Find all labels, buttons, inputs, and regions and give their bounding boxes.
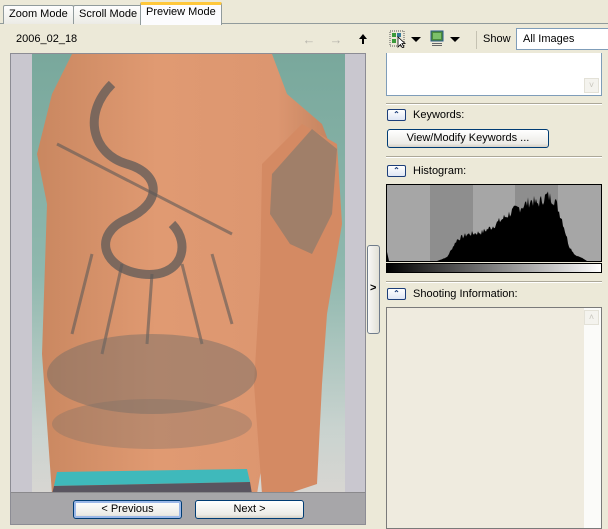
show-filter-select[interactable]: All Images — [516, 28, 608, 50]
histogram-band — [387, 185, 430, 261]
toolbar-separator — [476, 31, 477, 49]
arrow-up-folder-icon[interactable] — [354, 30, 372, 48]
tab-preview-mode[interactable]: Preview Mode — [140, 2, 222, 25]
collapse-panel-handle[interactable]: > — [367, 245, 380, 334]
show-label: Show — [483, 33, 511, 45]
chevron-right-icon: > — [370, 282, 377, 294]
comment-textbox[interactable]: ˅ — [386, 53, 602, 96]
keywords-label: Keywords: — [413, 109, 465, 121]
double-chevron-up-icon: ⌃ — [393, 166, 400, 175]
arrow-left-icon[interactable]: ← — [300, 30, 318, 48]
tab-zoom-mode[interactable]: Zoom Mode — [3, 5, 74, 24]
arrow-right-icon[interactable]: → — [327, 30, 345, 48]
histogram-gradient-bar — [386, 263, 602, 273]
collapse-histogram-button[interactable]: ⌃ — [387, 165, 406, 177]
mode-tabbar: Zoom Mode Scroll Mode Preview Mode — [0, 0, 608, 25]
info-panel: ˅ ⌃ Keywords: View/Modify Keywords ... ⌃… — [380, 53, 608, 529]
scroll-down-icon[interactable]: ˅ — [584, 78, 599, 93]
previous-button[interactable]: < Previous — [73, 500, 182, 519]
shooting-info-scrollbar[interactable]: ˄ — [584, 308, 601, 528]
collapse-shooting-info-button[interactable]: ⌃ — [387, 288, 406, 300]
view-modify-keywords-button[interactable]: View/Modify Keywords ... — [387, 129, 549, 148]
histogram-graph — [386, 184, 602, 262]
select-thumbnails-icon[interactable] — [389, 30, 407, 48]
divider — [386, 103, 602, 105]
view-dropdown-arrow[interactable] — [450, 37, 460, 42]
tab-scroll-mode[interactable]: Scroll Mode — [73, 5, 144, 24]
preview-image — [32, 54, 345, 494]
next-button[interactable]: Next > — [195, 500, 304, 519]
toolbar: 2006_02_18 ← → Show All Images — [0, 25, 608, 53]
divider — [386, 156, 602, 158]
shooting-info-box: ˄ — [386, 307, 602, 529]
divider — [386, 281, 602, 283]
preview-nav-bar: < Previous Next > — [11, 492, 365, 524]
collapse-keywords-button[interactable]: ⌃ — [387, 109, 406, 121]
histogram-label: Histogram: — [413, 165, 467, 177]
shooting-info-label: Shooting Information: — [413, 288, 518, 300]
image-view-icon[interactable] — [428, 30, 446, 48]
preview-pane: < Previous Next > — [10, 53, 366, 525]
select-dropdown-arrow[interactable] — [411, 37, 421, 42]
double-chevron-up-icon: ⌃ — [393, 289, 400, 298]
double-chevron-up-icon: ⌃ — [393, 110, 400, 119]
folder-name: 2006_02_18 — [16, 33, 78, 45]
scroll-up-icon[interactable]: ˄ — [584, 310, 599, 325]
